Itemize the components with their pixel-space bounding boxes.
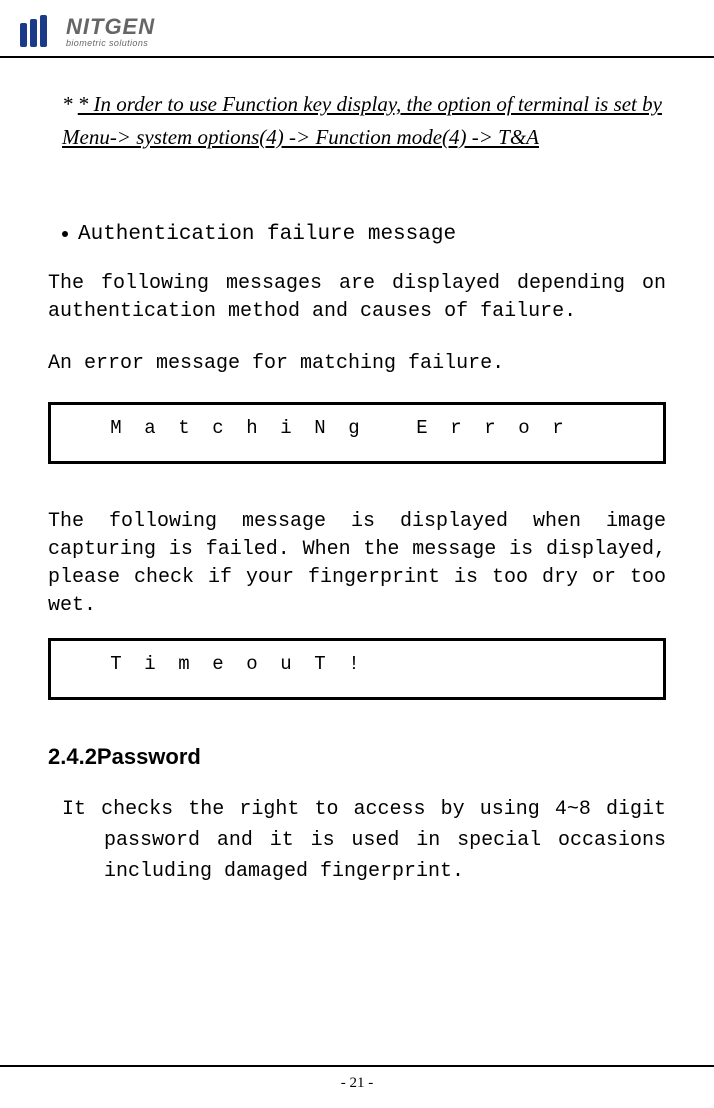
brand-name: NITGEN — [66, 14, 155, 40]
lcd-cell: e — [201, 653, 235, 675]
lcd-cell — [371, 417, 405, 439]
lcd-cell — [473, 653, 507, 675]
nitgen-logo-icon — [20, 15, 56, 47]
bullet-dot-icon — [62, 231, 68, 237]
lcd-cell: r — [541, 417, 575, 439]
lcd-cell: T — [303, 653, 337, 675]
lcd-cell — [65, 653, 99, 675]
lcd-cell: m — [167, 653, 201, 675]
lcd-cell — [65, 417, 99, 439]
lcd-cell: u — [269, 653, 303, 675]
lcd-cell — [439, 653, 473, 675]
paragraph-password-desc: It checks the right to access by using 4… — [62, 794, 666, 887]
lcd-cell: o — [507, 417, 541, 439]
lcd-cell: ! — [337, 653, 371, 675]
note-paragraph: * * In order to use Function key display… — [62, 88, 666, 153]
lcd-cell — [405, 653, 439, 675]
lcd-cell: a — [133, 417, 167, 439]
section-heading-password: 2.4.2Password — [48, 744, 666, 770]
lcd-cell: N — [303, 417, 337, 439]
note-asterisk: * — [62, 92, 78, 116]
paragraph-following-messages: The following messages are displayed dep… — [48, 270, 666, 326]
page-number: - 21 - — [341, 1075, 374, 1091]
brand-tagline: biometric solutions — [66, 38, 155, 48]
lcd-cell: r — [473, 417, 507, 439]
lcd-cell: T — [99, 653, 133, 675]
note-underlined-text: * In order to use Function key display, … — [62, 92, 662, 149]
bullet-auth-failure: Authentication failure message — [62, 223, 666, 246]
paragraph-image-capture: The following message is displayed when … — [48, 508, 666, 620]
lcd-cell: t — [167, 417, 201, 439]
lcd-cell: h — [235, 417, 269, 439]
page-header: NITGEN biometric solutions — [0, 0, 714, 58]
lcd-cell: c — [201, 417, 235, 439]
paragraph-error-msg: An error message for matching failure. — [48, 350, 666, 378]
lcd-cell — [541, 653, 575, 675]
lcd-cell: M — [99, 417, 133, 439]
bullet-label: Authentication failure message — [78, 223, 456, 246]
lcd-cell: i — [269, 417, 303, 439]
lcd-cell: r — [439, 417, 473, 439]
lcd-cell — [507, 653, 541, 675]
lcd-cell: E — [405, 417, 439, 439]
page-footer: - 21 - — [0, 1065, 714, 1092]
lcd-cell: i — [133, 653, 167, 675]
lcd-cell — [371, 653, 405, 675]
lcd-cell: g — [337, 417, 371, 439]
lcd-display-matching-error: MatchiNg Error — [48, 402, 666, 464]
lcd-cell: o — [235, 653, 269, 675]
lcd-display-timeout: TimeouT! — [48, 638, 666, 700]
